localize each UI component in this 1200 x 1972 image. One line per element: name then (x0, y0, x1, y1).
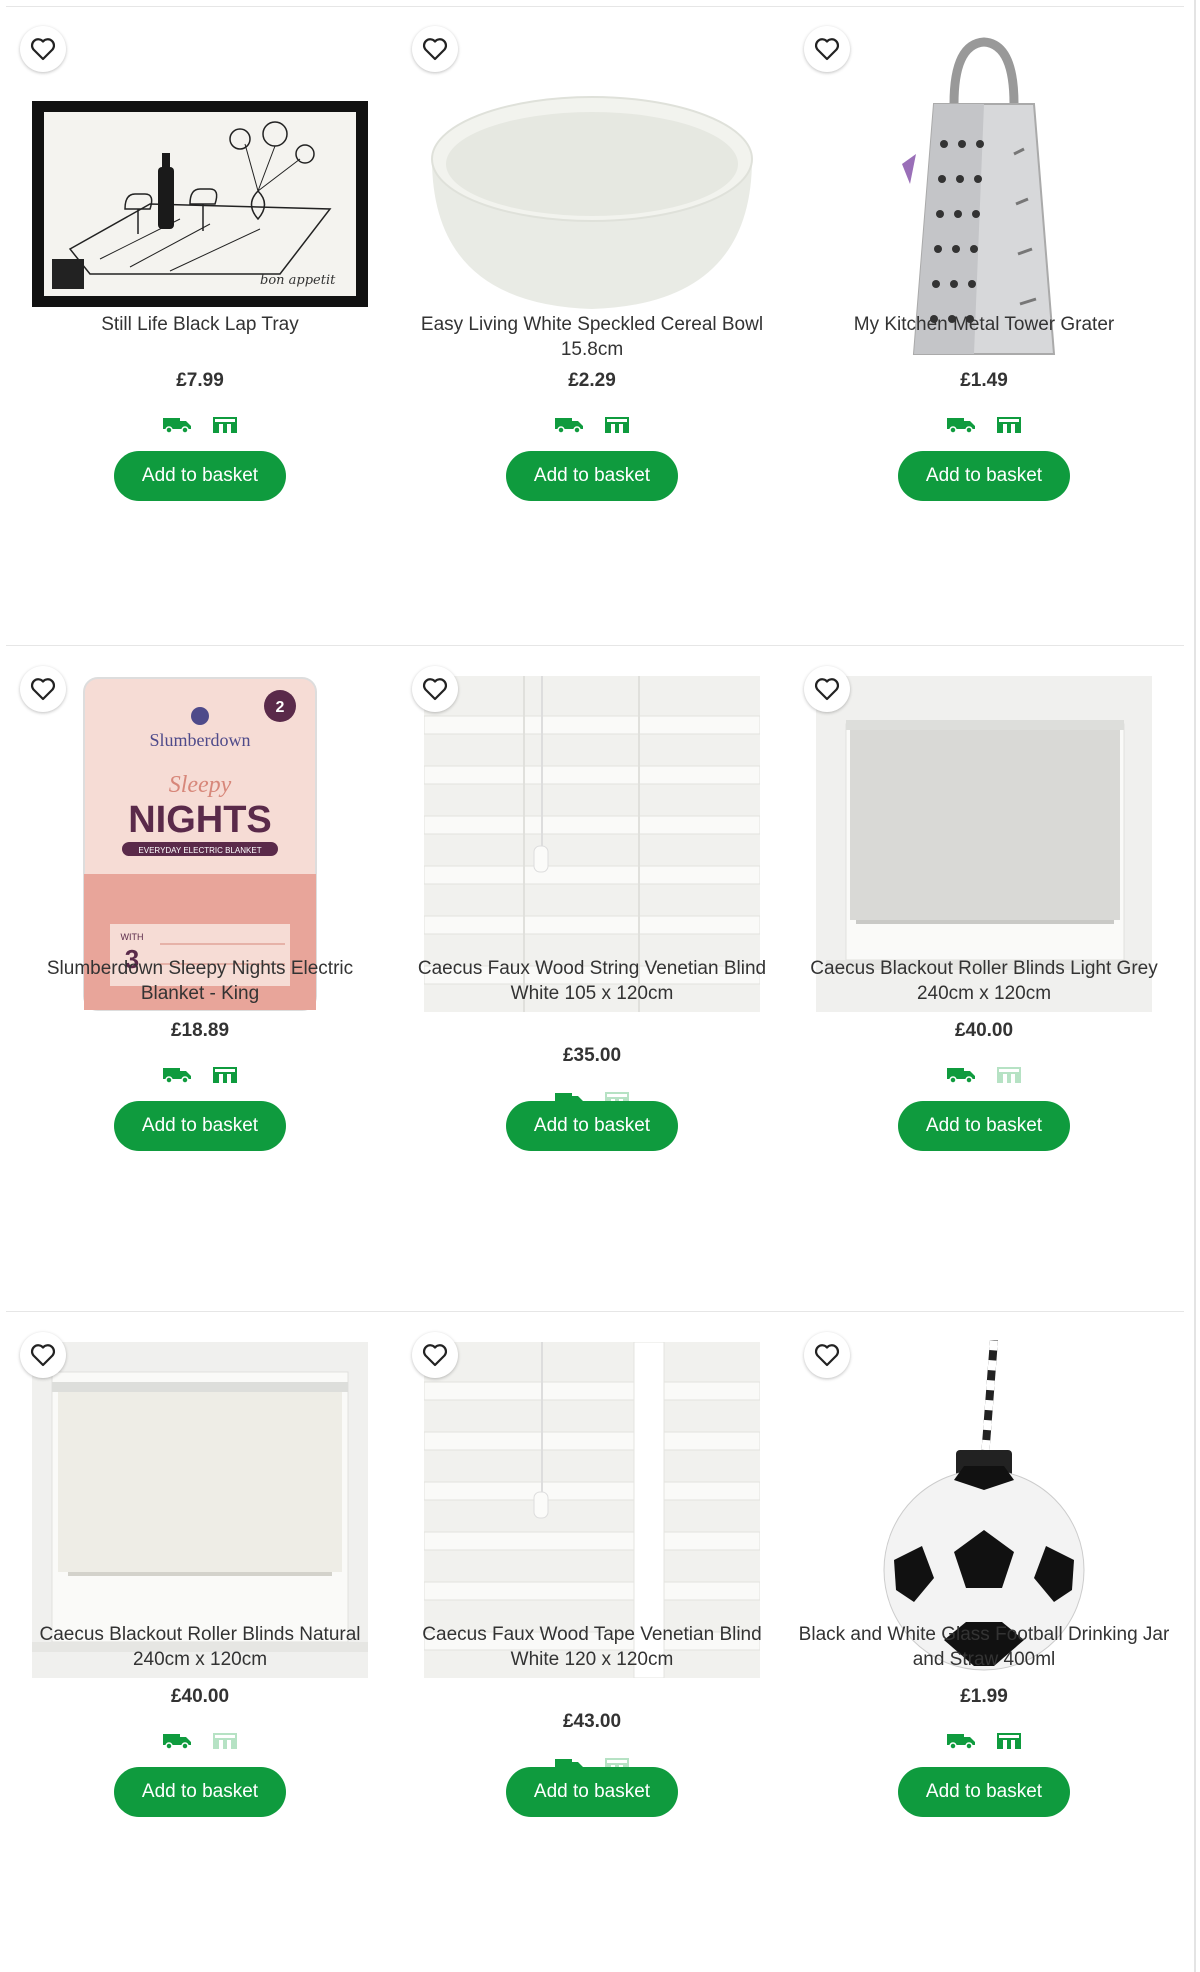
availability-icons (4, 416, 396, 434)
add-to-basket-button[interactable]: Add to basket (506, 1101, 678, 1151)
heart-icon (422, 678, 448, 701)
product-name[interactable]: Easy Living White Speckled Cereal Bowl 1… (406, 312, 778, 362)
wishlist-heart-button[interactable] (20, 26, 66, 72)
heart-icon (814, 1344, 840, 1367)
product-price: £18.89 (170, 1020, 230, 1041)
product-price: £43.00 (562, 1711, 622, 1732)
add-to-basket-button[interactable]: Add to basket (898, 1767, 1070, 1817)
product-name[interactable]: My Kitchen Metal Tower Grater (798, 312, 1170, 337)
heart-icon (422, 1344, 448, 1367)
availability-icons (396, 416, 788, 434)
product-name[interactable]: Slumberdown Sleepy Nights Electric Blank… (14, 956, 386, 1006)
heart-icon (30, 678, 56, 701)
heart-icon (30, 1344, 56, 1367)
delivery-truck-icon (946, 1732, 976, 1750)
wishlist-heart-button[interactable] (804, 1332, 850, 1378)
product-card[interactable]: Easy Living White Speckled Cereal Bowl 1… (396, 6, 788, 646)
wishlist-heart-button[interactable] (804, 26, 850, 72)
product-card[interactable]: bon appetit Still Life Black Lap Tray £7… (4, 6, 396, 646)
product-card[interactable]: My Kitchen Metal Tower Grater £1.49 Add … (788, 6, 1180, 646)
product-price: £35.00 (562, 1045, 622, 1066)
product-card[interactable]: Caecus Blackout Roller Blinds Light Grey… (788, 646, 1180, 1286)
click-collect-store-icon (212, 1732, 238, 1750)
availability-icons (788, 416, 1180, 434)
product-card[interactable]: 2 Slumberdown Sleepy NIGHTS EVERYDAY ELECTRI… (4, 646, 396, 1286)
product-name[interactable]: Still Life Black Lap Tray (14, 312, 386, 337)
availability-icons (4, 1066, 396, 1084)
click-collect-store-icon (604, 416, 630, 434)
heart-icon (30, 38, 56, 61)
product-name[interactable]: Caecus Blackout Roller Blinds Natural 24… (14, 1622, 386, 1672)
add-to-basket-button[interactable]: Add to basket (114, 1101, 286, 1151)
heart-icon (814, 38, 840, 61)
product-card[interactable]: Black and White Glass Football Drinking … (788, 1312, 1180, 1952)
product-card[interactable]: Caecus Blackout Roller Blinds Natural 24… (4, 1312, 396, 1952)
product-price: £1.49 (960, 370, 1008, 391)
product-price: £2.29 (568, 370, 616, 391)
delivery-truck-icon (162, 1732, 192, 1750)
add-to-basket-button[interactable]: Add to basket (506, 1767, 678, 1817)
click-collect-store-icon (996, 416, 1022, 434)
add-to-basket-button[interactable]: Add to basket (898, 451, 1070, 501)
wishlist-heart-button[interactable] (412, 1332, 458, 1378)
delivery-truck-icon (554, 416, 584, 434)
subtitle-text: EVERYDAY ELECTRIC BLANKET (138, 846, 261, 855)
click-collect-store-icon (212, 416, 238, 434)
wishlist-heart-button[interactable] (412, 26, 458, 72)
product-price: £1.99 (960, 1686, 1008, 1707)
click-collect-store-icon (212, 1066, 238, 1084)
availability-icons (788, 1732, 1180, 1750)
product-card[interactable]: Caecus Faux Wood Tape Venetian Blind Whi… (396, 1312, 788, 1952)
delivery-truck-icon (162, 416, 192, 434)
wishlist-heart-button[interactable] (804, 666, 850, 712)
wishlist-heart-button[interactable] (20, 666, 66, 712)
add-to-basket-button[interactable]: Add to basket (114, 1767, 286, 1817)
product-card[interactable]: Caecus Faux Wood String Venetian Blind W… (396, 646, 788, 1286)
sleepy-text: Sleepy (169, 772, 232, 798)
click-collect-store-icon (996, 1732, 1022, 1750)
scrollbar-track[interactable] (1194, 0, 1196, 1972)
delivery-truck-icon (946, 1066, 976, 1084)
warranty-years-text: 2 (276, 699, 285, 716)
product-price: £40.00 (170, 1686, 230, 1707)
add-to-basket-button[interactable]: Add to basket (506, 451, 678, 501)
wishlist-heart-button[interactable] (412, 666, 458, 712)
delivery-truck-icon (946, 416, 976, 434)
product-name[interactable]: Black and White Glass Football Drinking … (798, 1622, 1170, 1672)
wishlist-heart-button[interactable] (20, 1332, 66, 1378)
click-collect-store-icon (996, 1066, 1022, 1084)
product-name[interactable]: Caecus Faux Wood Tape Venetian Blind Whi… (406, 1622, 778, 1672)
product-name[interactable]: Caecus Faux Wood String Venetian Blind W… (406, 956, 778, 1006)
product-price: £7.99 (176, 370, 224, 391)
heart-icon (814, 678, 840, 701)
availability-icons (4, 1732, 396, 1750)
add-to-basket-button[interactable]: Add to basket (114, 451, 286, 501)
tray-script-text: bon appetit (260, 273, 336, 288)
availability-icons (788, 1066, 1180, 1084)
delivery-truck-icon (162, 1066, 192, 1084)
heart-icon (422, 38, 448, 61)
add-to-basket-button[interactable]: Add to basket (898, 1101, 1070, 1151)
product-price: £40.00 (954, 1020, 1014, 1041)
nights-text: NIGHTS (128, 799, 272, 841)
with-text: WITH (121, 932, 144, 942)
product-name[interactable]: Caecus Blackout Roller Blinds Light Grey… (798, 956, 1170, 1006)
brand-text: Slumberdown (150, 730, 251, 750)
